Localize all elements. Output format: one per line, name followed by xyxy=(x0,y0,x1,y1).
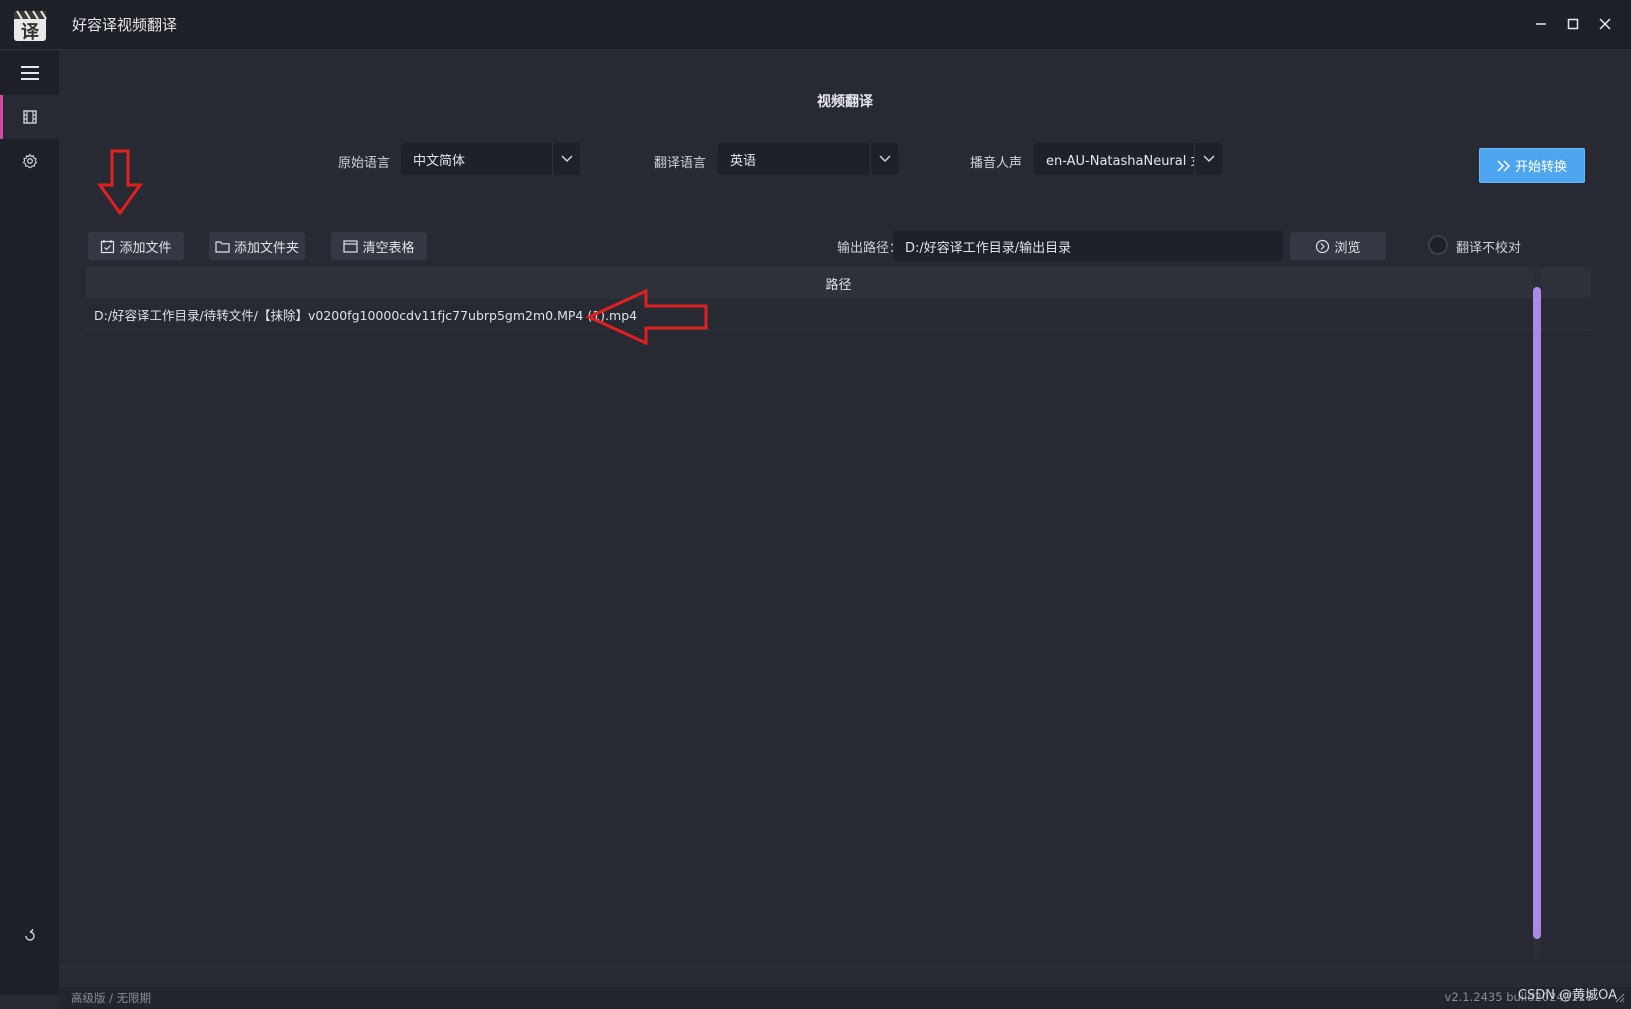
theme-toggle-button[interactable] xyxy=(0,913,59,957)
source-language-label: 原始语言 xyxy=(338,156,391,171)
chevron-down-icon xyxy=(1194,143,1222,175)
theme-icon xyxy=(24,928,35,941)
app-title: 好容译视频翻译 xyxy=(72,16,178,34)
hamburger-icon xyxy=(20,66,39,80)
source-language-select[interactable]: 中文简体 xyxy=(401,143,580,175)
voice-label: 播音人声 xyxy=(970,156,1023,171)
sidebar-item-video[interactable] xyxy=(0,95,59,139)
output-path-value: D:/好容译工作目录/输出目录 xyxy=(905,240,1072,256)
page-title: 视频翻译 xyxy=(817,94,873,110)
source-language-value: 中文简体 xyxy=(413,153,466,169)
no-proofread-label: 翻译不校对 xyxy=(1456,241,1522,256)
target-language-select[interactable]: 英语 xyxy=(718,143,898,175)
edition-text: 高级版 / 无限期 xyxy=(71,991,152,1005)
watermark-text: CSDN @黄城OA xyxy=(1517,988,1617,1003)
clear-table-button[interactable]: 清空表格 xyxy=(331,232,427,260)
chevron-down-icon xyxy=(552,143,580,175)
close-button[interactable] xyxy=(1591,10,1619,38)
clear-table-label: 清空表格 xyxy=(362,240,415,256)
add-file-button[interactable]: 添加文件 xyxy=(88,232,184,260)
scrollbar-thumb[interactable] xyxy=(1533,287,1541,939)
browse-button[interactable]: 浏览 xyxy=(1290,232,1386,260)
calendar-check-icon xyxy=(101,239,115,253)
folder-icon xyxy=(215,240,230,253)
table-row[interactable]: D:/好容译工作目录/待转文件/【抹除】v0200fg10000cdv11fjc… xyxy=(86,300,1591,330)
maximize-button[interactable] xyxy=(1559,10,1587,38)
maximize-icon xyxy=(1567,18,1579,30)
main-panel: 视频翻译 原始语言 中文简体 翻译语言 英语 播音人声 en-AU-Natash… xyxy=(59,51,1631,1009)
app-logo-icon: 译 xyxy=(14,10,47,43)
start-conversion-button[interactable]: 开始转换 xyxy=(1479,148,1585,183)
add-folder-button[interactable]: 添加文件夹 xyxy=(209,232,305,260)
sidebar-item-settings[interactable] xyxy=(0,139,59,183)
sidebar xyxy=(0,51,59,995)
circle-arrow-icon xyxy=(1316,239,1330,253)
add-file-label: 添加文件 xyxy=(119,240,172,256)
sidebar-item-menu[interactable] xyxy=(0,51,59,95)
add-folder-label: 添加文件夹 xyxy=(233,240,299,256)
film-icon xyxy=(22,110,37,124)
down-arrow-annotation-icon xyxy=(97,149,143,216)
window-icon xyxy=(343,239,359,253)
target-language-label: 翻译语言 xyxy=(654,156,707,171)
voice-select[interactable]: en-AU-NatashaNeural 女 xyxy=(1034,143,1222,175)
close-icon xyxy=(1599,18,1611,30)
output-path-input[interactable]: D:/好容译工作目录/输出目录 xyxy=(893,231,1283,261)
svg-text:译: 译 xyxy=(21,22,40,43)
browse-label: 浏览 xyxy=(1334,240,1361,256)
status-bar: 高级版 / 无限期 v2.1.2435 build20240128 CSDN @… xyxy=(59,987,1631,1009)
left-arrow-annotation-icon xyxy=(585,288,708,346)
target-language-value: 英语 xyxy=(730,153,757,169)
divider xyxy=(59,966,1631,967)
no-proofread-radio[interactable] xyxy=(1428,235,1448,255)
chevron-down-icon xyxy=(870,143,898,175)
file-table: 路径 D:/好容译工作目录/待转文件/【抹除】v0200fg10000cdv11… xyxy=(86,267,1591,917)
double-chevron-right-icon xyxy=(1497,159,1511,172)
minimize-icon xyxy=(1536,23,1546,25)
voice-value: en-AU-NatashaNeural 女 xyxy=(1046,153,1194,169)
gear-icon xyxy=(22,153,37,169)
title-bar: 译 好容译视频翻译 xyxy=(0,0,1631,50)
start-conversion-label: 开始转换 xyxy=(1514,160,1567,175)
table-header-path: 路径 xyxy=(86,267,1591,299)
minimize-button[interactable] xyxy=(1527,10,1555,38)
